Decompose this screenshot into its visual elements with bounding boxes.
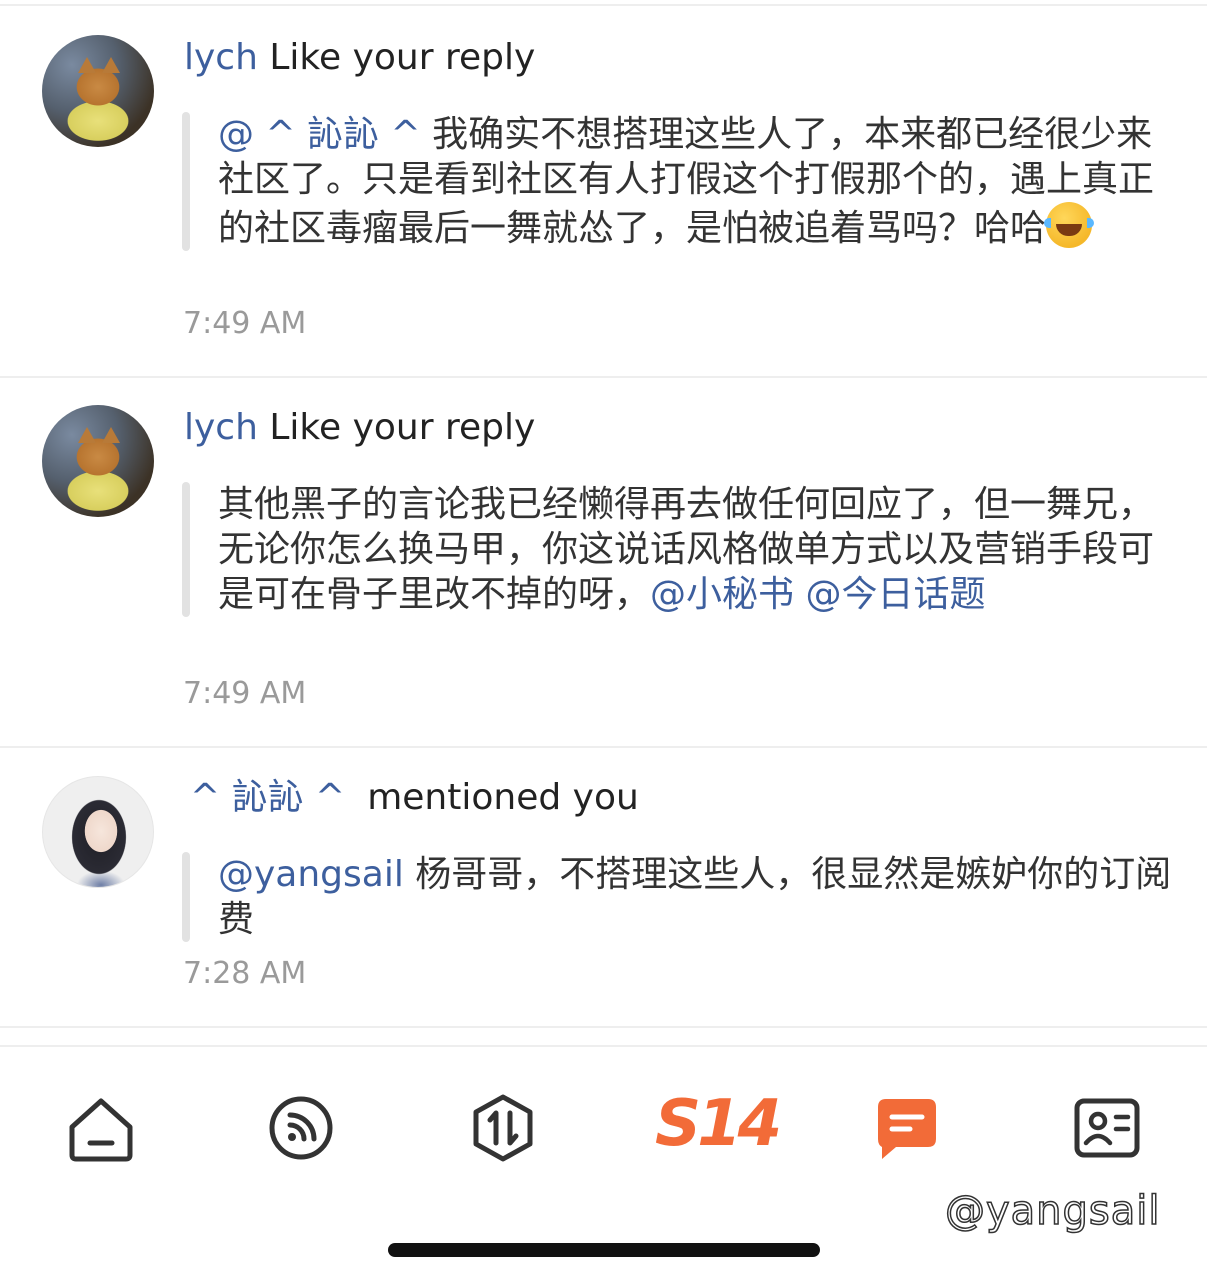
reply-quote[interactable]: @ ^ 訫訫 ^ 我确实不想搭理这些人了，本来都已经很少来社区了。只是看到社区有… bbox=[182, 112, 1172, 251]
notification-title: lych Like your reply bbox=[184, 406, 535, 450]
quote-bar bbox=[182, 482, 190, 617]
quote-text: 其他黑子的言论我已经懒得再去做任何回应了，但一舞兄，无论你怎么换马甲，你这说话风… bbox=[218, 482, 1172, 617]
notification-title: ^ 訫訫 ^ mentioned you bbox=[190, 776, 639, 820]
home-icon bbox=[69, 1098, 133, 1162]
mention-link[interactable]: @今日话题 bbox=[794, 574, 985, 615]
tab-feed[interactable] bbox=[266, 1093, 336, 1163]
feed-icon bbox=[269, 1096, 333, 1160]
notification-item[interactable]: ^ 訫訫 ^ mentioned you @yangsail 杨哥哥，不搭理这些人… bbox=[0, 748, 1207, 1030]
mention-link[interactable]: @小秘书 bbox=[650, 574, 794, 615]
mention-link[interactable]: @yangsail bbox=[218, 854, 404, 895]
timestamp: 7:49 AM bbox=[183, 676, 307, 711]
quote-text: @ ^ 訫訫 ^ 我确实不想搭理这些人了，本来都已经很少来社区了。只是看到社区有… bbox=[218, 112, 1172, 251]
profile-card-icon bbox=[1074, 1098, 1140, 1158]
sort-updown-icon bbox=[473, 1094, 533, 1162]
tab-profile[interactable] bbox=[1072, 1093, 1142, 1163]
timestamp: 7:28 AM bbox=[183, 956, 307, 991]
action-text: Like your reply bbox=[257, 37, 536, 78]
username-link[interactable]: ^ 訫訫 ^ bbox=[190, 777, 345, 818]
notification-title: lych Like your reply bbox=[184, 36, 535, 80]
divider bbox=[0, 1026, 1207, 1028]
mention-link[interactable]: @ ^ 訫訫 ^ bbox=[218, 114, 421, 155]
tab-sort[interactable] bbox=[468, 1093, 538, 1163]
timestamp: 7:49 AM bbox=[183, 306, 307, 341]
quote-bar bbox=[182, 852, 190, 942]
tab-messages[interactable] bbox=[872, 1093, 942, 1163]
tab-s14[interactable]: S14 bbox=[655, 1087, 782, 1161]
quote-bar bbox=[182, 112, 190, 251]
avatar[interactable] bbox=[42, 776, 154, 888]
avatar[interactable] bbox=[42, 35, 154, 147]
message-icon bbox=[878, 1099, 936, 1159]
notification-item[interactable]: lych Like your reply @ ^ 訫訫 ^ 我确实不想搭理这些人… bbox=[0, 0, 1207, 378]
tab-home[interactable] bbox=[66, 1093, 136, 1163]
username-link[interactable]: lych bbox=[184, 37, 258, 78]
action-text: mentioned you bbox=[367, 777, 639, 818]
watermark: @yangsail bbox=[944, 1187, 1161, 1235]
laughing-emoji-icon bbox=[1044, 202, 1095, 248]
reply-quote[interactable]: 其他黑子的言论我已经懒得再去做任何回应了，但一舞兄，无论你怎么换马甲，你这说话风… bbox=[182, 482, 1172, 617]
home-indicator[interactable] bbox=[388, 1243, 820, 1257]
quote-text: @yangsail 杨哥哥，不搭理这些人，很显然是嫉妒你的订阅费 bbox=[218, 852, 1172, 942]
reply-quote[interactable]: @yangsail 杨哥哥，不搭理这些人，很显然是嫉妒你的订阅费 bbox=[182, 852, 1172, 942]
notification-item[interactable]: lych Like your reply 其他黑子的言论我已经懒得再去做任何回应… bbox=[0, 378, 1207, 748]
avatar[interactable] bbox=[42, 405, 154, 517]
username-link[interactable]: lych bbox=[184, 407, 258, 448]
action-text: Like your reply bbox=[257, 407, 536, 448]
